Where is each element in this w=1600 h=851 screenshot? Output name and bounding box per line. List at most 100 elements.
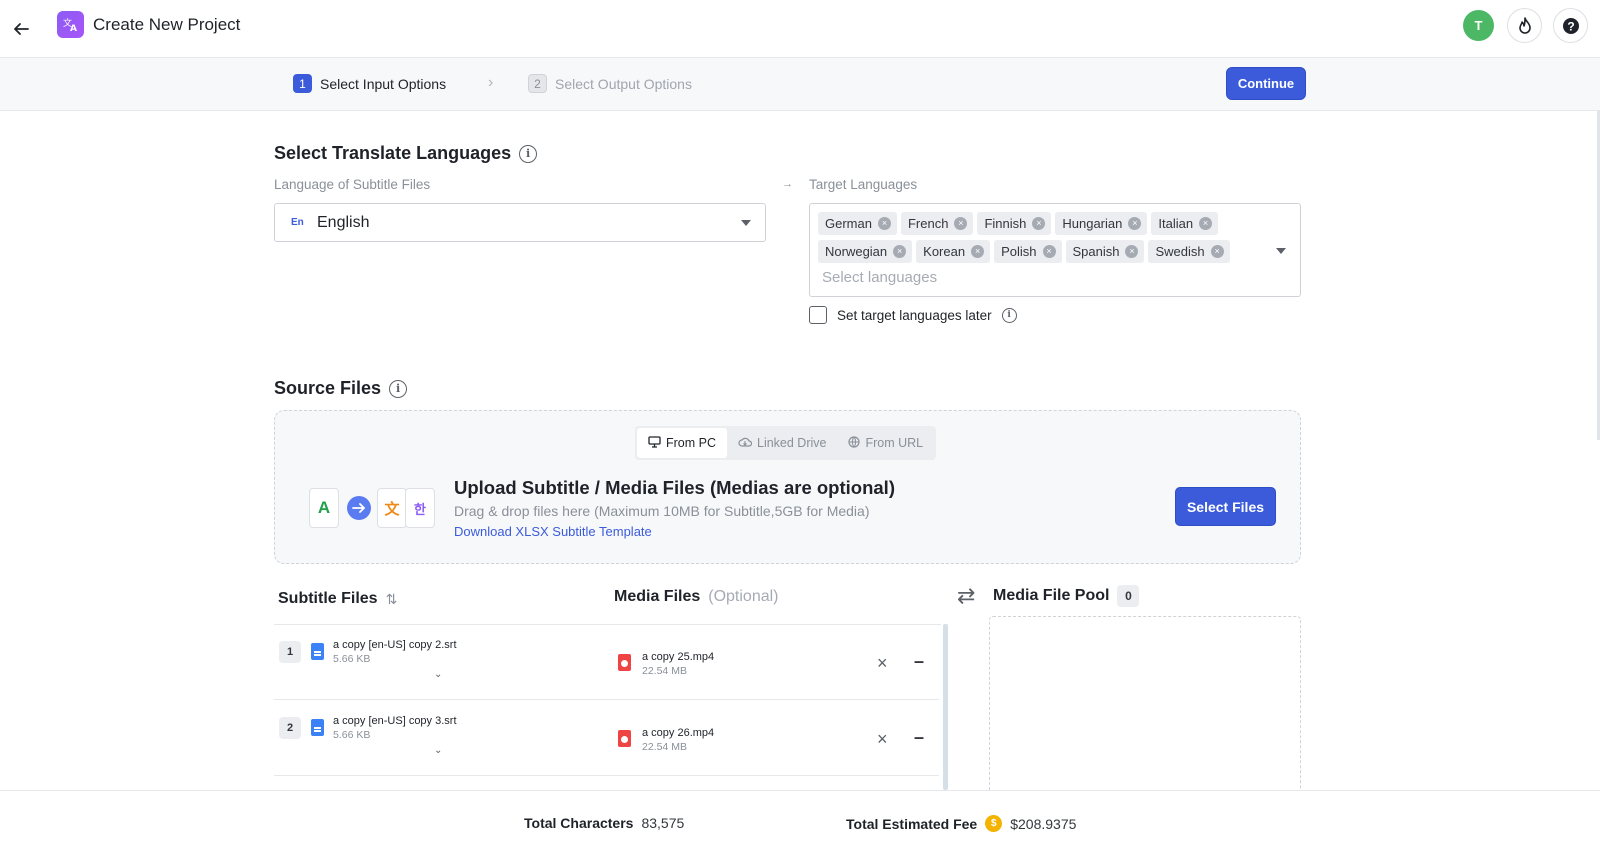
translate-logo-icon: 文A [57,11,84,38]
close-icon[interactable]: × [877,653,888,674]
language-chip-label: Polish [1001,244,1037,259]
chevron-down-icon[interactable]: ⌄ [434,669,442,680]
help-icon[interactable]: ? [1553,8,1588,43]
info-icon[interactable]: i [519,144,538,163]
language-chip-label: Swedish [1155,244,1205,259]
tab-label: Linked Drive [757,436,827,450]
set-later-checkbox[interactable] [809,306,827,324]
tab-from-pc[interactable]: From PC [637,428,727,458]
media-file-icon [618,730,631,747]
svg-text:A: A [70,24,77,33]
subtitle-file-icon [311,643,324,660]
monitor-icon [648,435,661,451]
avatar[interactable]: T [1463,10,1494,41]
media-file-size: 22.54 MB [642,741,687,753]
subtitle-file-name: a copy [en-US] copy 3.srt [333,715,457,727]
remove-chip-icon[interactable]: × [1042,245,1056,258]
top-bar: 文A Create New Project T ? [0,0,1600,58]
page-title: Create New Project [93,15,241,34]
language-chip-label: Hungarian [1062,216,1123,231]
target-language-chips: German × French × Finnish × Hungarian × Italian ×… [818,212,1248,263]
back-arrow-icon[interactable] [6,14,36,44]
step-number: 2 [528,74,547,93]
media-files-label: Media Files [614,588,701,605]
language-chip: Italian × [1151,212,1219,235]
target-languages-placeholder[interactable]: Select languages [822,269,937,286]
language-chip: Norwegian × [818,240,913,263]
coin-icon: $ [985,815,1003,832]
language-chip: Spanish × [1065,240,1145,263]
row-number: 1 [279,641,301,663]
source-tabs: From PC Linked Drive From URL [635,426,937,460]
remove-chip-icon[interactable]: × [1125,245,1139,258]
language-chip: Polish × [994,240,1062,263]
remove-chip-icon[interactable]: × [1032,217,1046,230]
total-fee-label: Total Estimated Fee [846,815,978,832]
step-label: Select Output Options [555,75,692,92]
language-chip-label: Finnish [984,216,1027,231]
fire-icon[interactable] [1507,8,1542,43]
step-input-options[interactable]: 1 Select Input Options [293,74,446,93]
summary-footer: Total Characters 83,575 Total Estimated … [0,790,1600,851]
chinese-doc-icon: 文 [377,488,407,528]
info-icon[interactable]: i [1001,307,1017,323]
translate-files-illustration: A 文 한 [309,486,439,530]
tab-linked-drive[interactable]: Linked Drive [727,428,837,458]
swap-icon[interactable]: ⇄ [957,583,975,609]
language-chip: German × [818,212,897,235]
select-files-button[interactable]: Select Files [1175,487,1276,526]
remove-chip-icon[interactable]: × [1210,245,1224,258]
language-chip-label: Norwegian [825,244,888,259]
source-files-title: Source Files i [274,378,408,399]
remove-row-icon[interactable]: – [914,651,924,672]
step-number: 1 [293,74,312,93]
total-fee-value: $208.9375 [1010,815,1077,832]
info-icon[interactable]: i [389,379,408,398]
target-languages-select[interactable]: German × French × Finnish × Hungarian × Italian ×… [809,203,1301,297]
download-template-link[interactable]: Download XLSX Subtitle Template [454,524,652,539]
languages-section-title: Select Translate Languages i [274,143,538,164]
remove-chip-icon[interactable]: × [893,245,907,258]
chevron-down-icon[interactable]: ⌄ [434,745,442,756]
upload-subtitle: Drag & drop files here (Maximum 10MB for… [454,503,870,519]
caret-down-icon[interactable] [1276,248,1286,254]
set-later-label: Set target languages later [837,307,992,323]
language-chip: French × [900,212,974,235]
remove-row-icon[interactable]: – [914,727,924,748]
media-optional-label: (Optional) [708,588,779,605]
total-estimated-fee: Total Estimated Fee $ $208.9375 [846,815,1076,832]
language-chip-label: Italian [1158,216,1194,231]
media-file-name: a copy 26.mp4 [642,727,715,739]
arrow-right-circle-icon [347,496,371,520]
continue-button[interactable]: Continue [1226,67,1306,100]
subtitle-files-label: Subtitle Files [278,590,378,607]
table-row: 1 a copy [en-US] copy 2.srt 5.66 KB ⌄ a … [274,625,939,700]
target-languages-label: Target Languages [809,177,918,192]
close-icon[interactable]: × [877,729,888,750]
file-list-scrollbar[interactable] [943,624,948,790]
subtitle-file-size: 5.66 KB [333,729,371,741]
sort-icon[interactable]: ⇅ [386,591,398,608]
svg-text:?: ? [1567,19,1574,33]
remove-chip-icon[interactable]: × [877,217,891,230]
remove-chip-icon[interactable]: × [971,245,985,258]
media-files-heading: Media Files (Optional) [614,588,779,606]
section-title-text: Source Files [274,378,382,398]
total-characters-label: Total Characters [524,815,634,831]
remove-chip-icon[interactable]: × [954,217,968,230]
source-language-select[interactable]: En English [274,203,766,242]
language-chip: Finnish × [977,212,1052,235]
upload-dropzone[interactable]: From PC Linked Drive From URL A 文 한 Uplo… [274,410,1301,564]
remove-chip-icon[interactable]: × [1128,217,1142,230]
media-pool-heading: Media File Pool 0 [993,585,1140,607]
step-output-options[interactable]: 2 Select Output Options [528,74,692,93]
tab-from-url[interactable]: From URL [837,428,934,458]
language-chip-label: Spanish [1072,244,1120,259]
subtitle-file-icon [311,719,324,736]
source-language-label: Language of Subtitle Files [274,177,431,192]
media-pool-dropzone[interactable] [989,616,1301,796]
remove-chip-icon[interactable]: × [1199,217,1213,230]
caret-down-icon [741,220,751,226]
language-chip-label: French [907,216,949,231]
source-language-value: English [317,213,370,231]
